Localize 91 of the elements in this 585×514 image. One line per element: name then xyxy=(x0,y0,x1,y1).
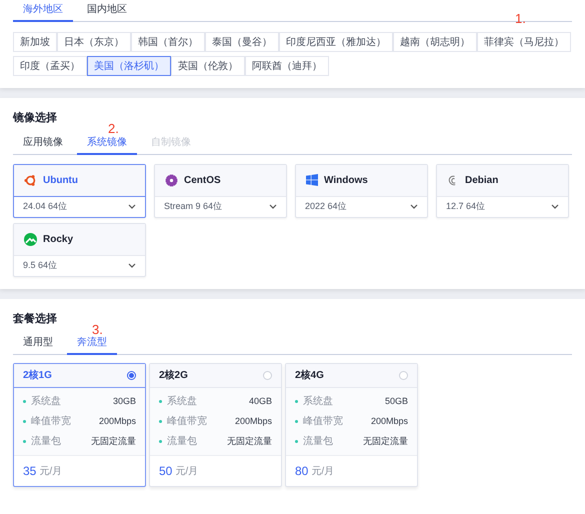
spec-label: 流量包 xyxy=(31,434,61,449)
version-value: 2022 64位 xyxy=(305,200,347,213)
region-option[interactable]: 韩国（首尔） xyxy=(131,32,205,52)
os-card[interactable]: Rocky 9.5 64位 xyxy=(13,222,146,276)
region-option[interactable]: 菲律宾（马尼拉） xyxy=(477,32,571,52)
spec-label: 系统盘 xyxy=(303,394,333,409)
price-unit: 元/月 xyxy=(39,464,62,478)
spec-value: 无固定流量 xyxy=(91,434,136,448)
chevron-down-icon xyxy=(128,204,136,209)
tab[interactable]: 系统镜像 xyxy=(77,134,137,154)
region-option[interactable]: 印度（孟买） xyxy=(13,56,87,76)
spec-label: 峰值带宽 xyxy=(303,414,343,429)
os-card[interactable]: Windows 2022 64位 xyxy=(295,164,428,218)
circle-of-friends-icon xyxy=(24,174,37,186)
bullet-icon xyxy=(159,420,162,423)
os-name: Debian xyxy=(465,174,498,188)
tab[interactable]: 应用镜像 xyxy=(13,134,73,154)
os-name: Windows xyxy=(324,174,368,188)
spec-label: 峰值带宽 xyxy=(167,414,207,429)
os-card[interactable]: Ubuntu 24.04 64位 xyxy=(13,164,146,218)
os-name: Ubuntu xyxy=(43,174,78,188)
spec-value: 无固定流量 xyxy=(363,434,408,448)
bullet-icon xyxy=(23,420,26,423)
tab[interactable]: 奔流型 xyxy=(67,335,117,355)
region-option[interactable]: 美国（洛杉矶） xyxy=(87,56,171,76)
price: 35 xyxy=(23,463,36,480)
version-select[interactable]: 24.04 64位 xyxy=(14,196,145,216)
chevron-down-icon xyxy=(551,204,559,209)
region-option[interactable]: 英国（伦敦） xyxy=(171,56,245,76)
bullet-icon xyxy=(23,400,26,403)
version-select[interactable]: 9.5 64位 xyxy=(14,256,145,276)
tab[interactable]: 国内地区 xyxy=(77,2,137,22)
region-option[interactable]: 日本（东京） xyxy=(57,32,131,52)
spec-value: 200Mbps xyxy=(98,414,136,428)
plan-name: 2核2G xyxy=(159,368,188,383)
region-option[interactable]: 阿联酋（迪拜） xyxy=(245,56,329,76)
spec-value: 200Mbps xyxy=(234,414,272,428)
bullet-icon xyxy=(295,440,298,443)
spec-label: 峰值带宽 xyxy=(31,414,71,429)
region-option[interactable]: 新加坡 xyxy=(13,32,57,52)
os-card[interactable]: Debian 12.7 64位 xyxy=(436,164,569,218)
bullet-icon xyxy=(159,400,162,403)
version-select[interactable]: 12.7 64位 xyxy=(437,196,568,216)
bullet-icon xyxy=(295,420,298,423)
chevron-down-icon xyxy=(410,204,418,209)
price: 80 xyxy=(295,463,308,480)
radio-button[interactable] xyxy=(127,371,136,380)
spec-label: 系统盘 xyxy=(167,394,197,409)
plan-card[interactable]: 2核1G 系统盘 30GB 峰值带宽 200Mbps 流量包 无固定流量 35 元/月 xyxy=(13,363,146,487)
chevron-down-icon xyxy=(128,263,136,268)
spec-value: 30GB xyxy=(112,394,136,408)
bullet-icon xyxy=(295,400,298,403)
plan-name: 2核1G xyxy=(23,368,52,383)
spec-value: 40GB xyxy=(248,394,272,408)
plan-card[interactable]: 2核4G 系统盘 50GB 峰值带宽 200Mbps 流量包 无固定流量 80 元/月 xyxy=(285,363,418,487)
annotation-number: 2. xyxy=(108,122,119,135)
price: 50 xyxy=(159,463,172,480)
annotation-number: 1. xyxy=(515,12,526,25)
chevron-down-icon xyxy=(269,204,277,209)
spec-label: 系统盘 xyxy=(31,394,61,409)
version-value: 24.04 64位 xyxy=(23,200,68,213)
region-option[interactable]: 越南（胡志明） xyxy=(393,32,477,52)
tab[interactable]: 海外地区 xyxy=(13,2,73,22)
annotation-number: 3. xyxy=(92,322,103,336)
plan-card[interactable]: 2核2G 系统盘 40GB 峰值带宽 200Mbps 流量包 无固定流量 50 元/月 xyxy=(149,363,282,487)
plan-name: 2核4G xyxy=(295,368,324,383)
price-unit: 元/月 xyxy=(175,464,198,478)
region-option[interactable]: 印度尼西亚（雅加达） xyxy=(279,32,393,52)
version-select[interactable]: Stream 9 64位 xyxy=(155,196,286,216)
bullet-icon xyxy=(23,440,26,443)
mountain-badge-icon xyxy=(24,232,37,246)
spec-value: 无固定流量 xyxy=(227,434,272,448)
section-title: 镜像选择 xyxy=(13,110,58,126)
four-panes-icon xyxy=(306,174,318,186)
os-name: CentOS xyxy=(184,174,221,188)
version-select[interactable]: 2022 64位 xyxy=(296,196,427,216)
os-name: Rocky xyxy=(43,232,74,246)
spec-label: 流量包 xyxy=(167,434,197,449)
tab[interactable]: 通用型 xyxy=(13,335,63,355)
bullet-icon xyxy=(159,440,162,443)
spec-value: 200Mbps xyxy=(370,414,408,428)
spec-label: 流量包 xyxy=(303,434,333,449)
region-option[interactable]: 泰国（曼谷） xyxy=(205,32,279,52)
section-title: 套餐选择 xyxy=(13,312,58,326)
spec-value: 50GB xyxy=(384,394,408,408)
price-unit: 元/月 xyxy=(311,464,334,478)
version-value: Stream 9 64位 xyxy=(164,200,222,213)
version-value: 9.5 64位 xyxy=(23,258,58,272)
version-value: 12.7 64位 xyxy=(446,200,486,213)
pinwheel-icon xyxy=(165,174,178,186)
os-card[interactable]: CentOS Stream 9 64位 xyxy=(154,164,287,218)
